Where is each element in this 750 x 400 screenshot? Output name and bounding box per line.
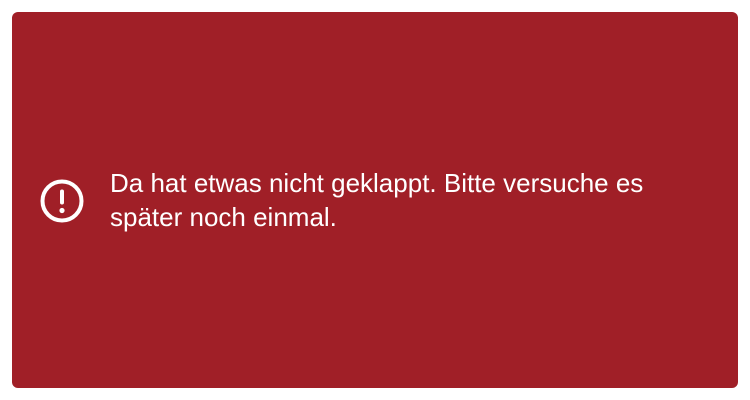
error-banner: Da hat etwas nicht geklappt. Bitte versu…	[12, 12, 738, 388]
error-message: Da hat etwas nicht geklappt. Bitte versu…	[110, 168, 644, 232]
exclamation-circle-icon	[38, 177, 86, 225]
page: Da hat etwas nicht geklappt. Bitte versu…	[0, 0, 750, 400]
